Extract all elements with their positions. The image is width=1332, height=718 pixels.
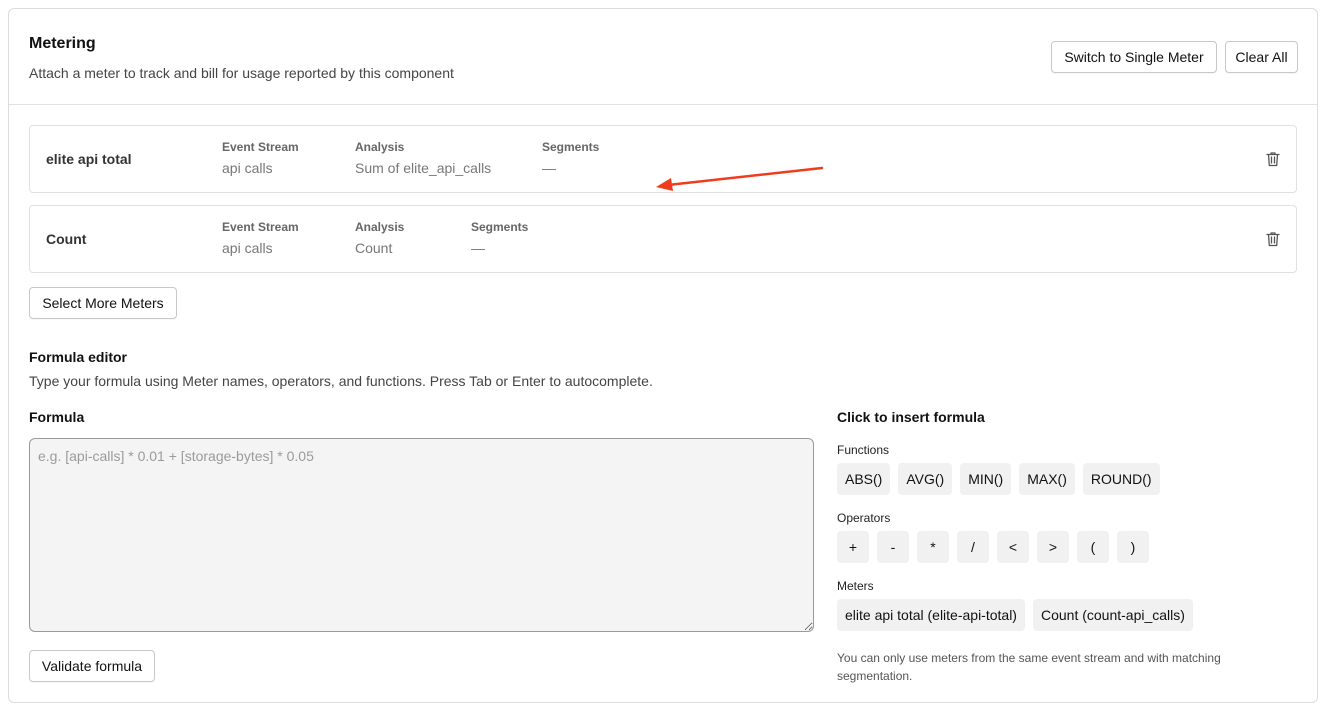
analysis-value: Count [355,240,393,256]
meter-name: Count [46,231,87,247]
meter-row-count: Count Event Stream api calls Analysis Co… [29,205,1297,273]
analysis-value: Sum of elite_api_calls [355,160,492,176]
segments-column: Segments — [542,140,599,176]
event-stream-label: Event Stream [222,140,299,154]
analysis-label: Analysis [355,220,405,234]
function-chip-abs[interactable]: ABS() [837,463,891,495]
event-stream-label: Event Stream [222,220,299,234]
page-title: Metering [29,35,96,52]
event-stream-column: Event Stream api calls [222,220,299,256]
function-chip-min[interactable]: MIN() [960,463,1012,495]
operator-chip-plus[interactable]: + [837,531,869,563]
page-subtitle: Attach a meter to track and bill for usa… [29,65,454,81]
segments-label: Segments [542,140,600,154]
segments-value: — [471,240,485,256]
operator-chip-minus[interactable]: - [877,531,909,563]
select-more-meters-button[interactable]: Select More Meters [29,287,177,319]
insert-formula-title: Click to insert formula [837,409,985,425]
operators-label: Operators [837,511,891,525]
formula-editor-title: Formula editor [29,349,128,365]
segments-label: Segments [471,220,529,234]
annotation-arrow [656,166,824,191]
trash-icon[interactable] [1266,151,1280,167]
switch-single-meter-button[interactable]: Switch to Single Meter [1051,41,1217,73]
clear-all-button[interactable]: Clear All [1225,41,1298,73]
event-stream-value: api calls [222,240,273,256]
meters-chips: elite api total (elite-api-total) Count … [837,599,1193,631]
analysis-label: Analysis [355,140,405,154]
function-chip-max[interactable]: MAX() [1019,463,1075,495]
event-stream-column: Event Stream api calls [222,140,299,176]
arrow-line [666,166,824,187]
function-chip-avg[interactable]: AVG() [898,463,953,495]
functions-label: Functions [837,443,890,457]
formula-input[interactable] [29,438,814,632]
validate-formula-button[interactable]: Validate formula [29,650,155,682]
operators-chips: + - * / < > ( ) [837,531,1149,563]
event-stream-value: api calls [222,160,273,176]
operator-chip-greater-than[interactable]: > [1037,531,1069,563]
metering-card: Metering Attach a meter to track and bil… [8,8,1318,703]
functions-chips: ABS() AVG() MIN() MAX() ROUND() [837,463,1160,495]
operator-chip-open-paren[interactable]: ( [1077,531,1109,563]
function-chip-round[interactable]: ROUND() [1082,463,1160,495]
analysis-column: Analysis Sum of elite_api_calls [355,140,491,176]
operator-chip-close-paren[interactable]: ) [1117,531,1149,563]
meter-name: elite api total [46,151,132,167]
formula-label: Formula [29,409,85,425]
meter-chip-count[interactable]: Count (count-api_calls) [1032,599,1193,631]
meters-label: Meters [837,579,874,593]
arrow-head [656,178,673,191]
analysis-column: Analysis Count [355,220,404,256]
formula-editor-description: Type your formula using Meter names, ope… [29,373,653,389]
operator-chip-less-than[interactable]: < [997,531,1029,563]
segments-column: Segments — [471,220,528,256]
segments-value: — [542,160,556,176]
meters-note: You can only use meters from the same ev… [837,651,1221,683]
meter-chip-elite-api-total[interactable]: elite api total (elite-api-total) [837,599,1025,631]
operator-chip-multiply[interactable]: * [917,531,949,563]
operator-chip-divide[interactable]: / [957,531,989,563]
trash-icon[interactable] [1266,231,1280,247]
